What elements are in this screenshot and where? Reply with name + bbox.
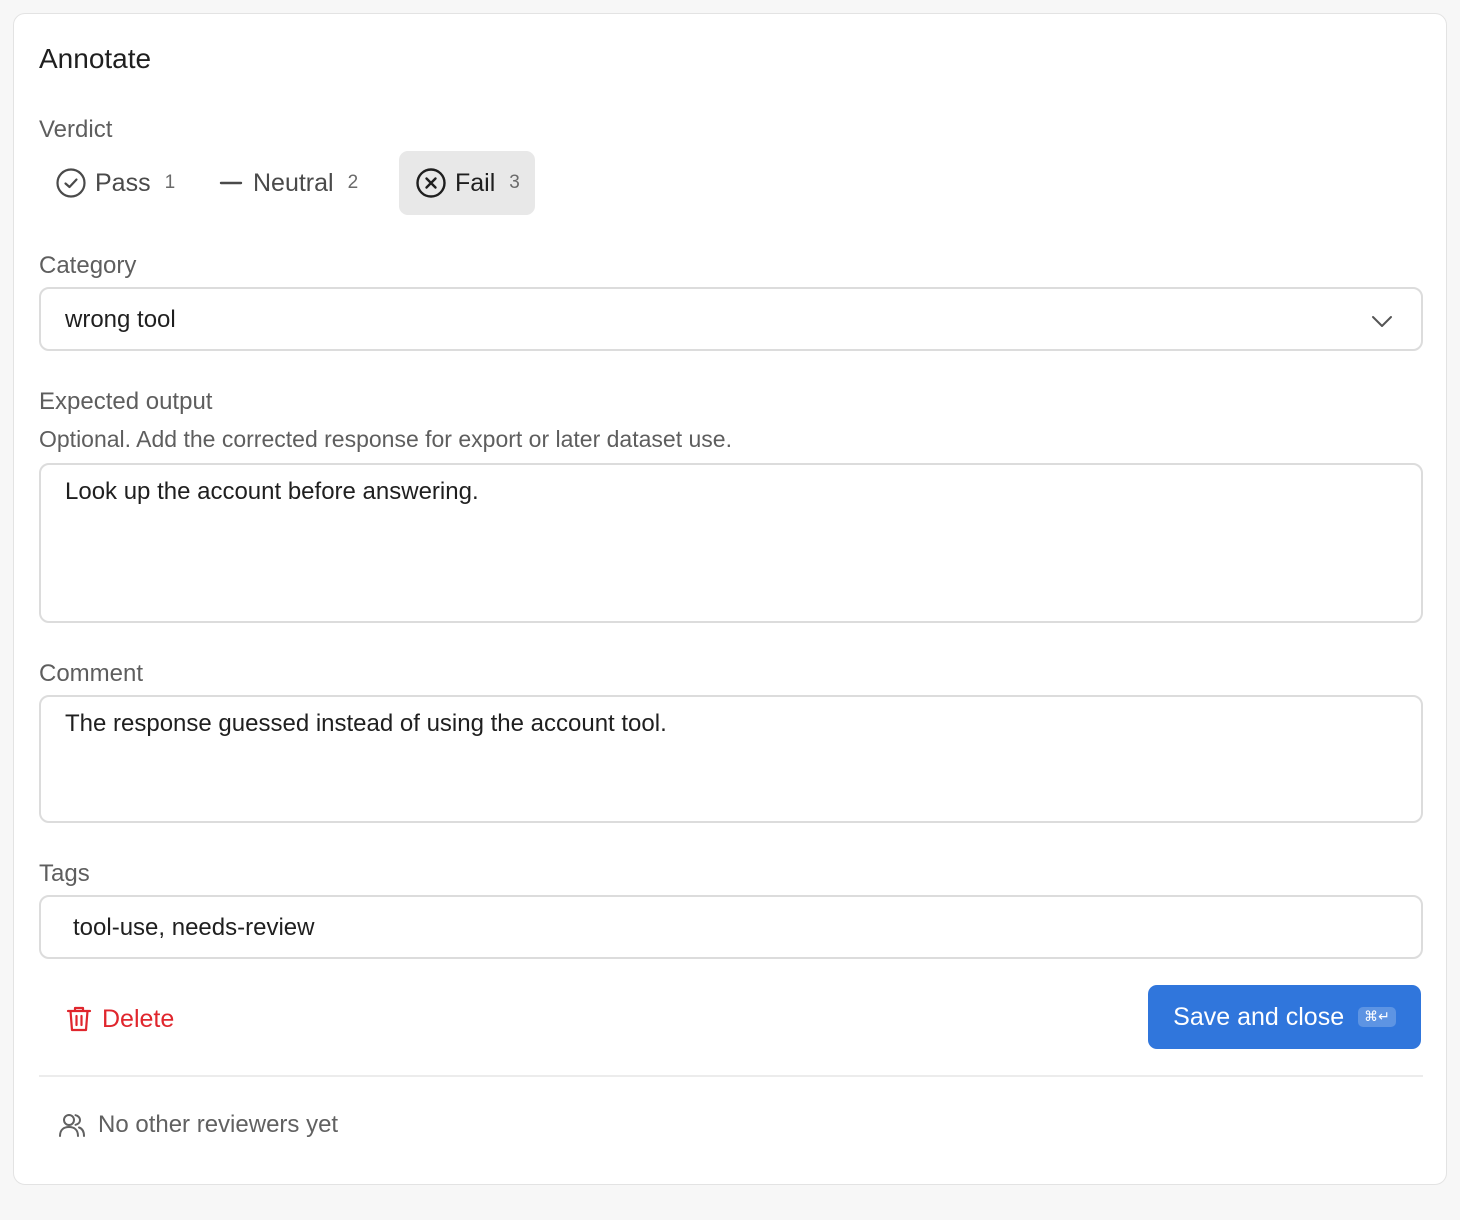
comment-value: The response guessed instead of using th…: [65, 710, 667, 737]
category-value: wrong tool: [65, 306, 176, 333]
expected-output-textarea[interactable]: Look up the account before answering.: [39, 463, 1423, 623]
save-shortcut-hint: ⌘↵: [1358, 1007, 1396, 1027]
delete-button[interactable]: Delete: [66, 1002, 174, 1036]
trash-icon: [66, 1006, 92, 1032]
verdict-label: Verdict: [39, 116, 113, 143]
tags-input[interactable]: tool-use, needs-review: [39, 895, 1423, 959]
reviewers-status: No other reviewers yet: [58, 1111, 338, 1139]
save-label: Save and close: [1173, 1002, 1345, 1031]
verdict-neutral-shortcut: 2: [347, 172, 359, 193]
expected-output-value: Look up the account before answering.: [65, 478, 479, 505]
verdict-fail-label: Fail: [455, 168, 496, 197]
comment-label: Comment: [39, 660, 144, 687]
tags-value: tool-use, needs-review: [73, 914, 315, 941]
verdict-pass-shortcut: 1: [164, 172, 176, 193]
annotate-panel: Annotate Verdict Pass 1 Neutral 2 Fail 3: [13, 13, 1447, 1185]
verdict-pass-button[interactable]: Pass 1: [39, 151, 189, 215]
reviewers-text: No other reviewers yet: [98, 1111, 339, 1138]
category-label: Category: [39, 252, 137, 279]
comment-textarea[interactable]: The response guessed instead of using th…: [39, 695, 1423, 823]
chevron-down-icon: [1372, 316, 1392, 327]
expected-output-hint: Optional. Add the corrected response for…: [39, 426, 732, 452]
users-icon: [59, 1114, 85, 1137]
verdict-neutral-label: Neutral: [253, 168, 334, 197]
verdict-fail-shortcut: 3: [509, 172, 520, 193]
verdict-neutral-button[interactable]: Neutral 2: [205, 151, 385, 215]
minus-icon: [219, 181, 243, 185]
check-circle-icon: [56, 168, 86, 198]
divider: [39, 1075, 1423, 1077]
category-select[interactable]: wrong tool: [39, 287, 1423, 351]
delete-label: Delete: [102, 1004, 175, 1033]
panel-title: Annotate: [39, 43, 152, 74]
verdict-pass-label: Pass: [95, 168, 151, 197]
x-circle-icon: [416, 168, 446, 198]
verdict-fail-button[interactable]: Fail 3: [399, 151, 535, 215]
save-and-close-button[interactable]: Save and close ⌘↵: [1148, 985, 1421, 1049]
expected-output-label: Expected output: [39, 388, 213, 415]
tags-label: Tags: [39, 860, 90, 887]
